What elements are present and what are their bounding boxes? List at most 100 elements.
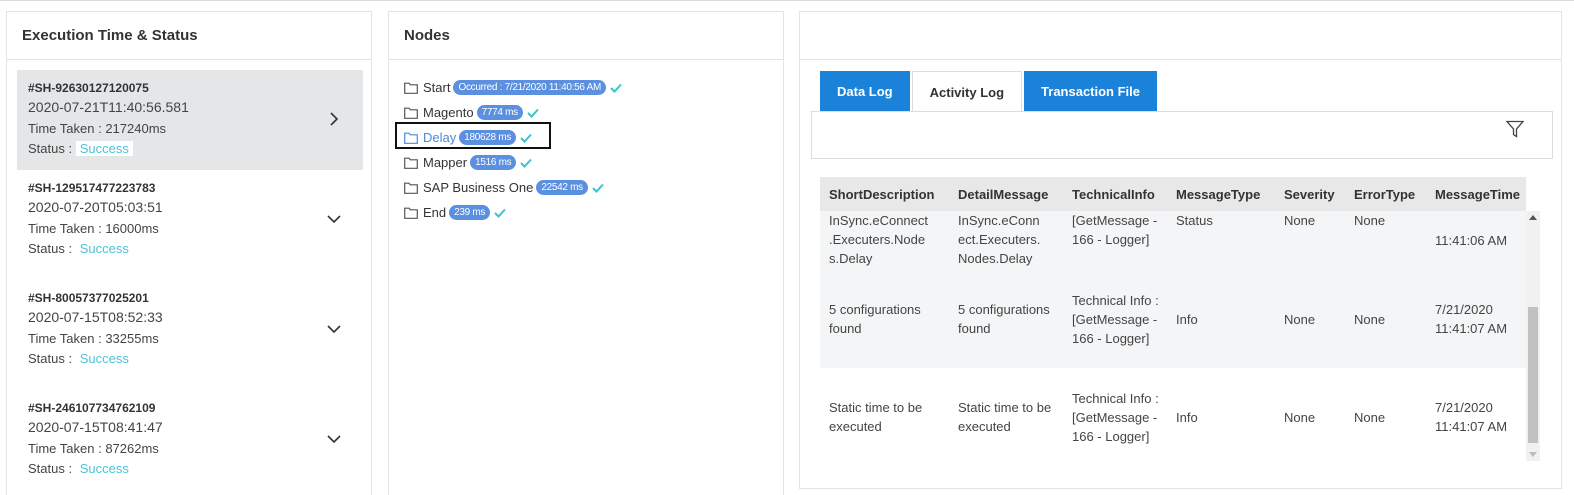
node-label: SAP Business One (423, 180, 534, 195)
table-cell: 7/21/2020 11:41:07 AM (1426, 270, 1526, 368)
node-item[interactable]: End 239 ms (404, 200, 622, 225)
chevron-right-icon[interactable] (327, 112, 341, 126)
execution-id: #SH-80057377025201 (28, 291, 149, 305)
node-badge: 22542 ms (536, 180, 588, 195)
column-header[interactable]: ErrorType (1345, 177, 1426, 211)
chevron-down-icon[interactable] (327, 212, 341, 226)
execution-status: Status : Success (28, 241, 363, 256)
execution-item[interactable]: #SH-129517477223783 2020-07-20T05:03:51 … (17, 170, 363, 280)
column-header[interactable]: ShortDescription (820, 177, 949, 211)
folder-icon (404, 182, 418, 194)
top-divider (0, 0, 1574, 1)
log-table: ShortDescription DetailMessage Technical… (820, 177, 1526, 461)
table-row[interactable]: InSync.eConnect .Executers.Node s.Delay … (820, 211, 1526, 270)
node-badge: 7774 ms (476, 105, 523, 120)
status-value: Success (79, 351, 129, 366)
table-cell: Static time to be executed (949, 368, 1063, 461)
execution-status: Status : Success (28, 141, 363, 156)
scrollbar-thumb[interactable] (1528, 307, 1538, 443)
scroll-down-arrow-icon[interactable] (1529, 452, 1537, 457)
node-item[interactable]: Start Occurred : 7/21/2020 11:40:56 AM (404, 75, 622, 100)
execution-item[interactable]: #SH-92630127120075 2020-07-21T11:40:56.5… (17, 70, 363, 170)
table-cell: Info (1167, 368, 1275, 461)
column-header[interactable]: DetailMessage (949, 177, 1063, 211)
table-cell: Status (1167, 211, 1275, 270)
table-cell: InSync.eConnect .Executers.Node s.Delay (820, 211, 949, 270)
table-cell: 5 configurations found (820, 270, 949, 368)
column-header[interactable]: TechnicalInfo (1063, 177, 1167, 211)
execution-item[interactable]: #SH-246107734762109 2020-07-15T08:41:47 … (17, 390, 363, 495)
column-header[interactable]: Severity (1275, 177, 1345, 211)
table-cell: None (1275, 368, 1345, 461)
status-value: Success (79, 461, 129, 476)
table-cell: None (1345, 270, 1426, 368)
execution-date: 2020-07-15T08:41:47 (28, 419, 163, 435)
status-label: Status : (28, 461, 76, 476)
nodes-panel-title: Nodes (389, 12, 783, 60)
node-item[interactable]: SAP Business One 22542 ms (404, 175, 622, 200)
table-row[interactable]: Static time to be executed Static time t… (820, 368, 1526, 461)
table-row[interactable]: 5 configurations found 5 configurations … (820, 270, 1526, 368)
execution-date: 2020-07-20T05:03:51 (28, 199, 163, 215)
nodes-panel: Nodes Start Occurred : 7/21/2020 11:40:5… (388, 11, 784, 495)
chevron-down-icon[interactable] (327, 322, 341, 336)
table-cell: None (1345, 368, 1426, 461)
log-panel-header (800, 12, 1561, 60)
time-taken-label: Time Taken : (28, 121, 106, 136)
execution-time-taken: Time Taken : 16000ms (28, 221, 363, 236)
execution-item[interactable]: #SH-80057377025201 2020-07-15T08:52:33 T… (17, 280, 363, 390)
table-cell: Technical Info : [GetMessage - 166 - Log… (1063, 368, 1167, 461)
table-cell: [GetMessage - 166 - Logger] (1063, 211, 1167, 270)
tab-transaction-file[interactable]: Transaction File (1024, 71, 1158, 112)
time-taken-label: Time Taken : (28, 331, 106, 346)
execution-date: 2020-07-15T08:52:33 (28, 309, 163, 325)
table-cell: None (1275, 270, 1345, 368)
scroll-up-arrow-icon[interactable] (1529, 215, 1537, 220)
time-taken-value: 217240ms (105, 121, 167, 136)
table-cell: InSync.eConn ect.Executers. Nodes.Delay (949, 211, 1063, 270)
node-badge: 1516 ms (470, 155, 517, 170)
node-item[interactable]: Mapper 1516 ms (404, 150, 622, 175)
execution-time-taken: Time Taken : 87262ms (28, 441, 363, 456)
check-icon (527, 108, 539, 118)
execution-panel: Execution Time & Status #SH-926301271200… (6, 11, 372, 495)
table-cell: 5 configurations found (949, 270, 1063, 368)
table-cell: Static time to be executed (820, 368, 949, 461)
node-badge: Occurred : 7/21/2020 11:40:56 AM (453, 80, 607, 95)
folder-icon (404, 82, 418, 94)
execution-time-taken: Time Taken : 33255ms (28, 331, 363, 346)
column-header[interactable]: MessageType (1167, 177, 1275, 211)
node-label: Magento (423, 105, 474, 120)
execution-id: #SH-92630127120075 (28, 81, 149, 95)
check-icon (592, 183, 604, 193)
node-label: End (423, 205, 447, 220)
table-cell: None (1345, 211, 1426, 270)
table-cell: None (1275, 211, 1345, 270)
time-taken-value: 87262ms (105, 441, 159, 456)
selected-node-highlight (395, 122, 551, 149)
node-label: Mapper (423, 155, 468, 170)
filter-icon[interactable] (1506, 120, 1524, 138)
column-header[interactable]: MessageTime (1426, 177, 1526, 211)
folder-icon (404, 207, 418, 219)
status-value: Success (75, 141, 133, 156)
tab-data-log[interactable]: Data Log (820, 71, 910, 112)
time-taken-label: Time Taken : (28, 221, 106, 236)
node-label: Start (423, 80, 451, 95)
log-tabs: Data Log Activity Log Transaction File (820, 71, 1159, 112)
check-icon (610, 83, 622, 93)
table-scrollbar[interactable] (1526, 211, 1540, 461)
execution-id: #SH-246107734762109 (28, 401, 156, 415)
status-value: Success (79, 241, 129, 256)
status-label: Status : (28, 351, 76, 366)
tab-activity-log[interactable]: Activity Log (911, 71, 1023, 112)
table-header-row: ShortDescription DetailMessage Technical… (820, 177, 1526, 211)
chevron-down-icon[interactable] (327, 432, 341, 446)
table-cell: Technical Info : [GetMessage - 166 - Log… (1063, 270, 1167, 368)
execution-status: Status : Success (28, 351, 363, 366)
table-cell: Info (1167, 270, 1275, 368)
execution-id: #SH-129517477223783 (28, 181, 156, 195)
table-cell: 7/21/2020 11:41:07 AM (1426, 368, 1526, 461)
filter-bar (811, 111, 1553, 159)
check-icon (494, 208, 506, 218)
